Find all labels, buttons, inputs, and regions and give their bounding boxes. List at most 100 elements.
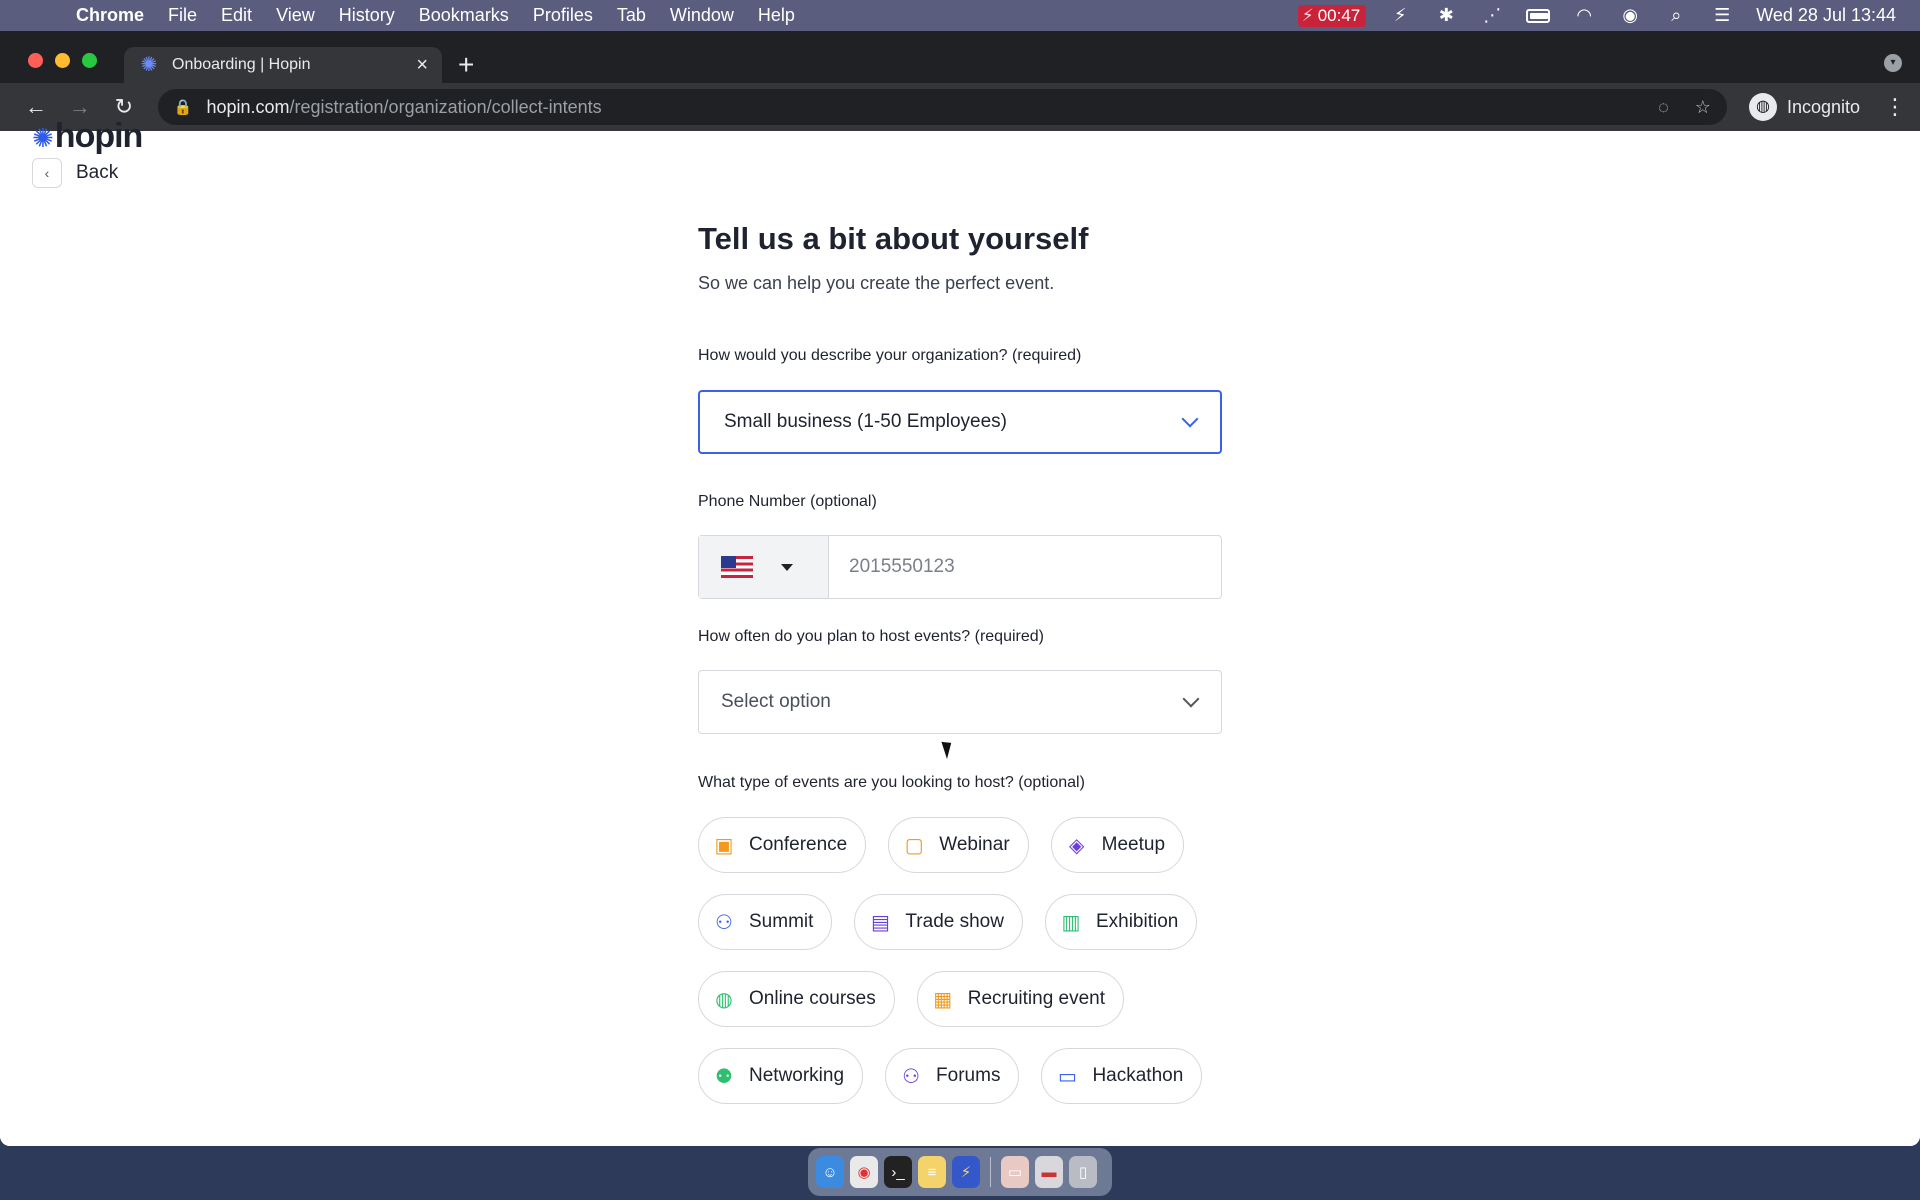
chevron-down-icon [1182, 690, 1200, 708]
chevron-down-icon [1181, 410, 1199, 428]
control-center-icon[interactable]: ☰ [1710, 5, 1734, 26]
menu-view[interactable]: View [264, 5, 327, 26]
chip-label: Networking [749, 1065, 845, 1086]
chrome-icon[interactable]: ◉ [850, 1156, 878, 1188]
chip-row: ⚇ Summit ▤ Trade show ▥ Exhibition [698, 894, 1198, 950]
incognito-profile-button[interactable]: ◍ Incognito [1748, 93, 1860, 121]
menu-app-name[interactable]: Chrome [74, 5, 156, 26]
recording-indicator[interactable]: ⚡ 00:47 [1297, 4, 1367, 27]
chip-exhibition[interactable]: ▥ Exhibition [1044, 894, 1198, 950]
chip-recruiting-event[interactable]: ▦ Recruiting event [916, 971, 1125, 1027]
finder-icon[interactable]: ☺ [816, 1156, 844, 1188]
online-courses-icon: ◍ [715, 988, 733, 1011]
chevron-left-icon: ‹ [32, 158, 62, 188]
chip-row: ▣ Conference ▢ Webinar ◈ Meetup [698, 817, 1185, 873]
url-host: hopin.com [206, 96, 290, 117]
folder-icon[interactable]: ▭ [1001, 1156, 1029, 1188]
browser-toolbar: ← → ↻ 🔒 hopin.com /registration/organiza… [0, 83, 1920, 131]
url-path: /registration/organization/collect-inten… [289, 96, 602, 117]
chip-networking[interactable]: ⚉ Networking [698, 1048, 864, 1104]
back-label: Back [76, 162, 119, 183]
chip-webinar[interactable]: ▢ Webinar [888, 817, 1029, 873]
new-tab-icon[interactable]: + [458, 49, 474, 81]
chip-row: ◍ Online courses ▦ Recruiting event [698, 971, 1125, 1027]
menubar-clock[interactable]: Wed 28 Jul 13:44 [1756, 5, 1896, 26]
chip-label: Online courses [749, 988, 876, 1009]
trade-show-icon: ▤ [870, 911, 890, 934]
chip-hackathon[interactable]: ▭ Hackathon [1041, 1048, 1203, 1104]
chip-label: Summit [749, 911, 814, 932]
chip-trade-show[interactable]: ▤ Trade show [854, 894, 1023, 950]
chip-label: Meetup [1101, 834, 1166, 855]
menu-window[interactable]: Window [658, 5, 746, 26]
chip-online-courses[interactable]: ◍ Online courses [698, 971, 895, 1027]
chip-label: Trade show [905, 911, 1004, 932]
chip-label: Exhibition [1095, 911, 1179, 932]
hopin-logo[interactable]: ✺hopin [32, 117, 144, 156]
chip-forums[interactable]: ⚇ Forums [885, 1048, 1020, 1104]
lock-icon[interactable]: 🔒 [174, 98, 193, 116]
address-bar[interactable]: 🔒 hopin.com /registration/organization/c… [157, 89, 1727, 125]
logo-text: hopin [54, 117, 144, 155]
menu-bookmarks[interactable]: Bookmarks [407, 5, 521, 26]
user-icon[interactable]: ◉ [1618, 5, 1642, 26]
trash-icon[interactable]: ▯ [1069, 1156, 1097, 1188]
country-code-select[interactable] [699, 536, 829, 598]
page-subtitle: So we can help you create the perfect ev… [698, 273, 1055, 293]
bookmark-star-icon[interactable]: ☆ [1695, 97, 1711, 118]
org-type-select[interactable]: Small business (1-50 Employees) [698, 390, 1222, 454]
minimize-window-button[interactable] [55, 53, 70, 68]
incognito-icon: ◍ [1748, 93, 1777, 121]
conference-icon: ▣ [714, 834, 734, 857]
chip-label: Webinar [939, 834, 1010, 855]
chip-label: Recruiting event [967, 988, 1106, 1009]
window-controls [28, 53, 97, 68]
back-button[interactable]: ‹ Back [32, 158, 118, 188]
close-window-button[interactable] [28, 53, 43, 68]
menu-profiles[interactable]: Profiles [521, 5, 605, 26]
maximize-window-button[interactable] [82, 53, 97, 68]
menu-edit[interactable]: Edit [209, 5, 264, 26]
bolt-app-icon[interactable]: ⚡ [952, 1156, 980, 1188]
phone-input[interactable]: 2015550123 [829, 536, 1221, 598]
dock-separator [990, 1157, 991, 1187]
menu-history[interactable]: History [327, 5, 407, 26]
summit-icon: ⚇ [715, 911, 733, 934]
frequency-select[interactable]: Select option [698, 670, 1222, 734]
recruiting-event-icon: ▦ [933, 988, 953, 1011]
terminal-icon[interactable]: ›_ [884, 1156, 912, 1188]
screenshot-icon[interactable]: ▬ [1035, 1156, 1063, 1188]
page-content: ✺hopin ‹ Back Tell us a bit about yourse… [0, 117, 1920, 1146]
networking-icon: ⚉ [715, 1065, 733, 1088]
menu-tab[interactable]: Tab [605, 5, 658, 26]
us-flag-icon [721, 556, 753, 578]
wifi-icon[interactable]: ◠ [1572, 5, 1596, 26]
eye-slash-icon[interactable]: ◌ [1658, 97, 1669, 118]
chip-meetup[interactable]: ◈ Meetup [1050, 817, 1185, 873]
org-type-label: How would you describe your organization… [698, 347, 1082, 364]
hopin-logo-icon: ✺ [32, 123, 54, 153]
mouse-cursor-icon [941, 739, 956, 759]
chip-summit[interactable]: ⚇ Summit [698, 894, 833, 950]
frequency-value: Select option [721, 691, 831, 712]
exhibition-icon: ▥ [1061, 911, 1081, 934]
chip-label: Forums [936, 1065, 1001, 1086]
spotlight-search-icon[interactable]: ⌕ [1664, 5, 1688, 26]
notes-icon[interactable]: ≡ [918, 1156, 946, 1188]
chip-conference[interactable]: ▣ Conference [698, 817, 867, 873]
dots-icon[interactable]: ⋰ [1480, 5, 1504, 26]
more-menu-icon[interactable]: ⋮ [1884, 94, 1906, 120]
menu-help[interactable]: Help [746, 5, 807, 26]
close-tab-icon[interactable]: × [416, 54, 428, 77]
chip-row: ⚉ Networking ⚇ Forums ▭ Hackathon [698, 1048, 1203, 1104]
chip-label: Hackathon [1092, 1065, 1184, 1086]
tab-search-icon[interactable]: ▾ [1884, 54, 1902, 72]
battery-icon[interactable] [1526, 6, 1551, 26]
hackathon-icon: ▭ [1058, 1065, 1077, 1088]
bluetooth-icon[interactable]: ✱ [1434, 5, 1458, 26]
menu-file[interactable]: File [156, 5, 209, 26]
browser-tab[interactable]: ✺ Onboarding | Hopin × [124, 47, 442, 83]
event-types-label: What type of events are you looking to h… [698, 774, 1085, 791]
forums-icon: ⚇ [902, 1065, 921, 1088]
bolt-icon[interactable]: ⚡ [1388, 5, 1412, 26]
